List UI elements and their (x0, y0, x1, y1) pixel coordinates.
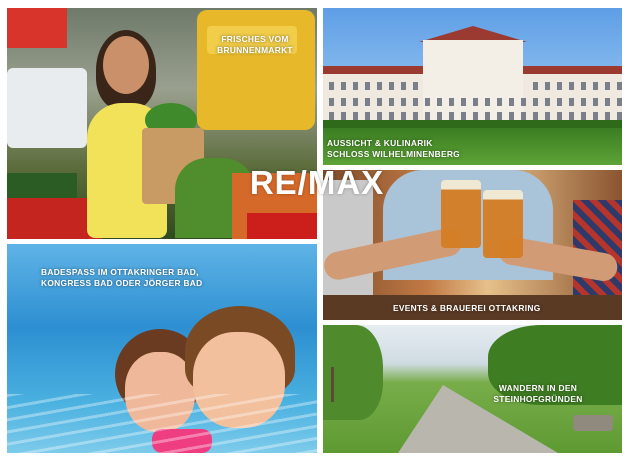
vegetable-crate (7, 173, 77, 201)
palace-window (377, 98, 382, 106)
palace-window (581, 112, 586, 120)
woman-face (103, 36, 149, 94)
palace-window (593, 98, 598, 106)
palace-window (521, 112, 526, 120)
palace-window (413, 98, 418, 106)
beer-glass-1 (441, 180, 481, 248)
palace-window (557, 82, 562, 90)
palace-window (497, 112, 502, 120)
palace-window (521, 98, 526, 106)
palace-window (389, 82, 394, 90)
remax-logo: RE/MAX (249, 164, 385, 201)
palace-window (533, 112, 538, 120)
palace-caption: AUSSICHT & KULINARIK SCHLOSS WILHELMINEN… (327, 138, 460, 161)
palace-window (605, 98, 610, 106)
palace-window (353, 82, 358, 90)
palace-window (365, 98, 370, 106)
palace-window (389, 98, 394, 106)
palace-window (401, 98, 406, 106)
palace-caption-line2: SCHLOSS WILHELMINENBERG (327, 149, 460, 160)
palace-window (413, 112, 418, 120)
bench (573, 415, 613, 431)
palace-window (353, 112, 358, 120)
market-photo-tile: FRISCHES VOM BRUNNENMARKT (7, 8, 317, 239)
pool-caption-line1: BADESPASS IM OTTAKRINGER BAD, (41, 267, 199, 277)
palace-window (557, 98, 562, 106)
path-photo-tile: WANDERN IN DEN STEINHOFGRÜNDEN (323, 325, 622, 453)
palace-window (329, 98, 334, 106)
palace-window (353, 98, 358, 106)
palace-window (449, 112, 454, 120)
palace-window (365, 82, 370, 90)
palace-window (581, 98, 586, 106)
palace-window (569, 82, 574, 90)
palace-window (425, 112, 430, 120)
pool-caption: BADESPASS IM OTTAKRINGER BAD, KONGRESS B… (41, 267, 203, 290)
palace-window (497, 98, 502, 106)
palace-window (617, 82, 622, 90)
palace-window (461, 98, 466, 106)
palace-window (437, 112, 442, 120)
market-caption: FRISCHES VOM BRUNNENMARKT (207, 34, 303, 57)
palace-window (605, 82, 610, 90)
palace-window (473, 98, 478, 106)
palace-window (581, 82, 586, 90)
palace-window (485, 98, 490, 106)
palace-window (617, 98, 622, 106)
palace-window (605, 112, 610, 120)
palace-window (593, 82, 598, 90)
palace-window (509, 98, 514, 106)
palace-window (461, 112, 466, 120)
palace-window (533, 82, 538, 90)
palace-window (401, 112, 406, 120)
palace-window (569, 98, 574, 106)
palace-window (473, 112, 478, 120)
path-caption: WANDERN IN DEN STEINHOFGRÜNDEN (483, 383, 593, 406)
palace-window (329, 112, 334, 120)
path-caption-line2: STEINHOFGRÜNDEN (493, 394, 583, 405)
palace-window (545, 112, 550, 120)
palace-window (533, 98, 538, 106)
palace-window (401, 82, 406, 90)
palace-window (437, 98, 442, 106)
market-tent (7, 8, 67, 48)
palace-window (389, 112, 394, 120)
palace-window (341, 112, 346, 120)
palace-window (569, 112, 574, 120)
palace-window (341, 98, 346, 106)
palace-caption-line1: AUSSICHT & KULINARIK (327, 138, 433, 148)
palace-window (377, 112, 382, 120)
palace-photo-tile: AUSSICHT & KULINARIK SCHLOSS WILHELMINEN… (323, 8, 622, 165)
palace-window (413, 82, 418, 90)
palace-window (365, 112, 370, 120)
pool-photo-tile: BADESPASS IM OTTAKRINGER BAD, KONGRESS B… (7, 244, 317, 453)
market-caption-line2: BRUNNENMARKT (217, 45, 293, 56)
white-van (7, 68, 87, 148)
palace-wing-left (323, 74, 425, 124)
palace-window (509, 112, 514, 120)
path-caption-line1: WANDERN IN DEN (498, 383, 578, 393)
beer-glass-2 (483, 190, 523, 258)
palace-window (545, 82, 550, 90)
palace-window (449, 98, 454, 106)
red-peppers (247, 213, 317, 239)
beer-caption: EVENTS & BRAUEREI OTTAKRING (393, 303, 541, 313)
signpost (331, 367, 334, 402)
palace-window (377, 82, 382, 90)
pool-caption-line2: KONGRESS BAD ODER JÖRGER BAD (41, 278, 203, 289)
palace-window (617, 112, 622, 120)
water-ripples (7, 394, 317, 453)
palace-window (329, 82, 334, 90)
palace-window (557, 112, 562, 120)
palace-window (593, 112, 598, 120)
palace-window (341, 82, 346, 90)
palace-window (545, 98, 550, 106)
palace-window (485, 112, 490, 120)
market-caption-line1: FRISCHES VOM (221, 34, 289, 44)
palace-window (425, 98, 430, 106)
